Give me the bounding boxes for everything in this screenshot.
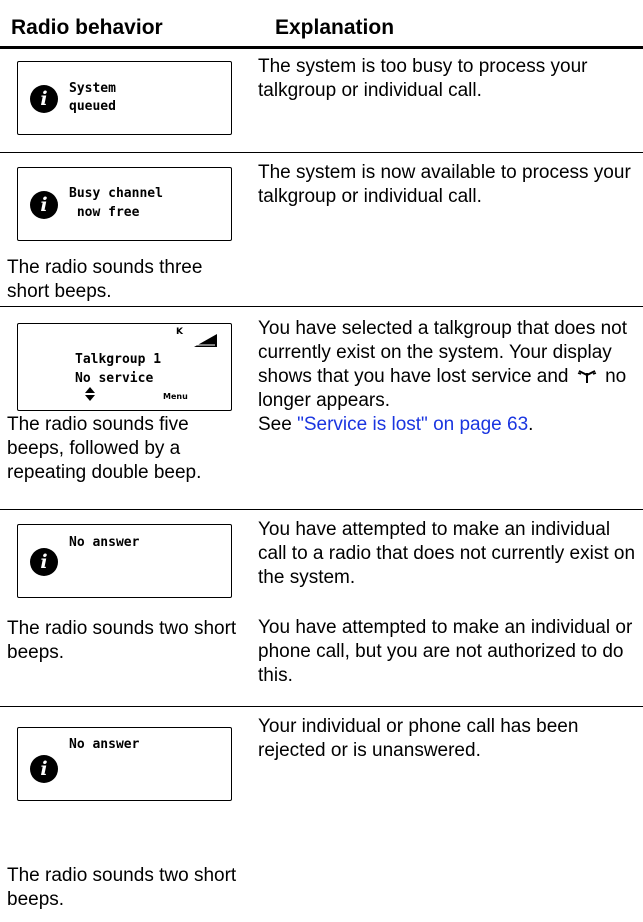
menu-softkey-label: Menu [163,392,188,401]
explanation-text: The system is too busy to process your t… [258,56,588,101]
behavior-text: The radio sounds five beeps, followed by… [7,414,202,483]
display-indicator: K [176,327,183,337]
behavior-text: The radio sounds two short beeps. [7,865,237,910]
explanation-text: Your individual or phone call has been r… [258,716,579,761]
radio-display: i No answer [17,727,232,801]
see-prefix: See [258,414,298,435]
column-header-radio-behavior: Radio behavior [11,16,163,39]
row-divider [0,509,643,510]
behavior-text: The radio sounds three short beeps. [7,257,203,302]
header-rule [0,46,643,49]
radio-display: i Busy channel now free [17,167,232,241]
signal-strength-icon [194,334,217,347]
info-icon: i [30,755,58,783]
display-line: Talkgroup 1 [75,352,162,367]
display-line: now free [69,205,140,220]
info-icon: i [30,85,58,113]
radio-display: K Talkgroup 1 No service Menu [17,323,232,411]
explanation-text: You have attempted to make an individual… [258,519,636,588]
explanation-block: You have selected a talkgroup that does … [258,317,638,437]
display-line: queued [69,99,116,114]
radio-display: i No answer [17,524,232,598]
info-icon: i [30,191,58,219]
display-line: No answer [69,535,140,550]
explanation-text: The system is now available to process y… [258,162,631,207]
see-suffix: . [528,414,534,435]
explanation-text: You have attempted to make an individual… [258,617,633,686]
display-line: Busy channel [69,186,163,201]
row-divider [0,306,643,307]
service-lost-link[interactable]: "Service is lost" on page 63 [297,414,528,435]
behavior-text: The radio sounds two short beeps. [7,618,237,663]
column-header-explanation: Explanation [275,16,395,39]
antenna-icon [577,370,597,383]
display-line: No answer [69,737,140,752]
display-line: No service [75,371,154,386]
navigation-arrows-icon [85,387,95,401]
display-line: System [69,81,116,96]
document-page: Radio behavior Explanation i System queu… [0,0,643,922]
info-icon: i [30,548,58,576]
row-divider [0,152,643,153]
row-divider [0,706,643,707]
explanation-text: You have selected a talkgroup that does … [258,318,628,387]
radio-display: i System queued [17,61,232,135]
